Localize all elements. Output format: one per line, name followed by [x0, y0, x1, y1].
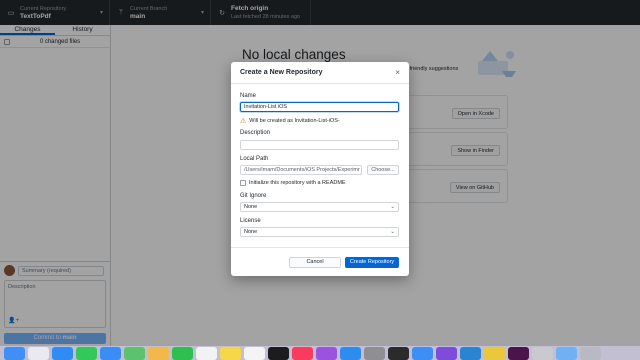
maps-icon[interactable] [124, 346, 145, 360]
podcasts-icon[interactable] [316, 346, 337, 360]
name-label: Name [240, 93, 257, 99]
local-path-input[interactable]: /Users/imam/Documents/iOS Projects/Exper… [240, 165, 362, 175]
tv-icon[interactable] [268, 346, 289, 360]
license-value: None [244, 229, 258, 235]
dialog-footer: Cancel Create Repository [231, 247, 409, 276]
preview-icon[interactable] [532, 346, 553, 360]
messages-icon[interactable] [76, 346, 97, 360]
xcode-icon[interactable] [412, 346, 433, 360]
trash-icon[interactable] [580, 346, 601, 360]
gitignore-value: None [244, 204, 258, 210]
reminders-icon[interactable] [244, 346, 265, 360]
macos-dock [0, 346, 640, 360]
close-icon[interactable]: × [395, 68, 400, 77]
notes-icon[interactable] [220, 346, 241, 360]
mail-icon[interactable] [100, 346, 121, 360]
local-path-label: Local Path [240, 156, 269, 162]
vscode-icon[interactable] [460, 346, 481, 360]
terminal-icon[interactable] [388, 346, 409, 360]
gitignore-label: Git Ignore [240, 193, 267, 199]
dialog-header: Create a New Repository × [231, 62, 409, 84]
github-desktop-icon[interactable] [436, 346, 457, 360]
readme-option[interactable]: Initialize this repository with a README [240, 180, 346, 186]
description-input[interactable] [240, 140, 399, 150]
calendar-icon[interactable] [196, 346, 217, 360]
warning-icon: ⚠ [240, 118, 247, 125]
github-desktop-window: ▭ Current Repository TextToPdf ▾ ᛘ Curre… [0, 0, 640, 346]
appstore-icon[interactable] [340, 346, 361, 360]
settings-icon[interactable] [364, 346, 385, 360]
photos-icon[interactable] [148, 346, 169, 360]
readme-checkbox[interactable] [240, 180, 246, 186]
facetime-icon[interactable] [172, 346, 193, 360]
chrome-icon[interactable] [484, 346, 505, 360]
name-warning: ⚠ Will be created as Invitation-List-iOS… [240, 117, 340, 125]
warning-text: Will be created as Invitation-List-iOS- [249, 118, 340, 124]
folder-icon[interactable] [556, 346, 577, 360]
readme-label: Initialize this repository with a README [249, 180, 346, 186]
create-repository-dialog: Create a New Repository × Name Invitatio… [231, 62, 409, 276]
chevron-down-icon: ⌄ [390, 229, 395, 235]
slack-icon[interactable] [508, 346, 529, 360]
description-label: Description [240, 130, 271, 136]
dialog-title: Create a New Repository [240, 69, 323, 76]
music-icon[interactable] [292, 346, 313, 360]
gitignore-select[interactable]: None ⌄ [240, 202, 399, 212]
safari-icon[interactable] [52, 346, 73, 360]
name-input[interactable]: Invitation-List iOS [240, 102, 399, 112]
license-label: License [240, 218, 261, 224]
launchpad-icon[interactable] [28, 346, 49, 360]
choose-path-button[interactable]: Choose... [367, 165, 399, 175]
license-select[interactable]: None ⌄ [240, 227, 399, 237]
create-repository-button[interactable]: Create Repository [345, 257, 399, 268]
chevron-down-icon: ⌄ [390, 204, 395, 210]
cancel-button[interactable]: Cancel [289, 257, 341, 268]
finder-icon[interactable] [4, 346, 25, 360]
